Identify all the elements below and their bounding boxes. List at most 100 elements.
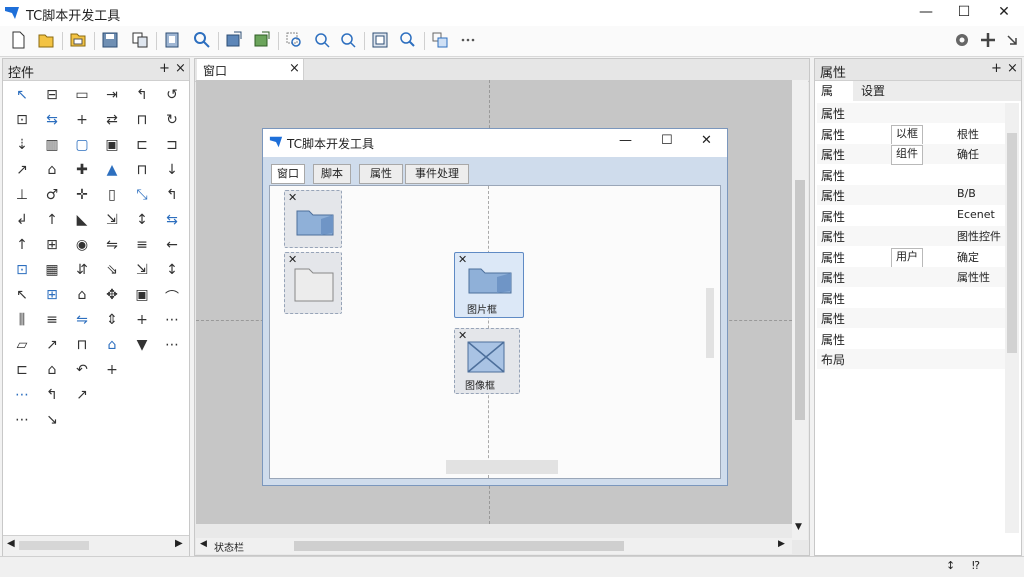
minimize-button[interactable]: — — [908, 0, 944, 26]
toolbox-tool-icon[interactable]: ⇵ — [71, 262, 93, 282]
property-row[interactable]: 属性 属性性 — [817, 267, 1011, 287]
remove-component-icon[interactable]: ✕ — [458, 329, 467, 342]
toolbox-tool-icon[interactable]: ⊏ — [11, 362, 33, 382]
toolbox-tool-icon[interactable]: ⇕ — [101, 312, 123, 332]
toolbox-tool-icon[interactable]: ▯ — [101, 187, 123, 207]
canvas-vscrollbar[interactable]: ▼ — [792, 80, 808, 540]
hscroll-thumb[interactable] — [294, 541, 624, 551]
toolbox-tool-icon[interactable]: ⇘ — [101, 262, 123, 282]
toolbox-tool-icon[interactable]: ⊞ — [41, 287, 63, 307]
toolbox-tool-icon[interactable]: ↘ — [41, 412, 63, 432]
toolbox-tool-icon[interactable]: ⊏ — [131, 137, 153, 157]
toolbox-tool-icon[interactable]: ↺ — [161, 87, 183, 107]
property-row[interactable]: 属性 以框 根性 — [817, 123, 1011, 145]
property-row[interactable]: 属性 B/B — [817, 185, 1011, 205]
toolbox-tool-icon[interactable]: ⇄ — [101, 112, 123, 132]
toolbox-tool-icon[interactable]: ↰ — [161, 187, 183, 207]
vscroll-thumb[interactable] — [795, 180, 805, 420]
scroll-left-icon[interactable]: ◀ — [7, 538, 15, 549]
property-row[interactable]: 属性 — [817, 287, 1011, 308]
dialog-maximize-button[interactable]: ☐ — [661, 133, 673, 148]
component-image-box[interactable]: ✕ 图像框 — [454, 328, 520, 394]
component-picture-frame[interactable]: ✕ 图片框 — [454, 252, 524, 318]
toolbox-tool-icon[interactable]: ✛ — [71, 187, 93, 207]
toolbox-tool-icon[interactable]: ↑ — [41, 212, 63, 232]
scroll-left-icon[interactable]: ◀ — [200, 539, 207, 549]
toolbox-tool-icon[interactable]: ⤡ — [131, 187, 153, 207]
toolbox-tool-icon[interactable]: ⊓ — [131, 112, 153, 132]
property-row[interactable]: 属性 — [817, 164, 1011, 185]
remove-component-icon[interactable]: ✕ — [458, 253, 467, 266]
close-panel-button[interactable]: × — [175, 61, 186, 76]
close-panel-button[interactable]: × — [1007, 61, 1018, 76]
toolbox-tool-icon[interactable]: ▼ — [131, 337, 153, 357]
find-icon[interactable] — [192, 30, 212, 50]
tab-properties[interactable]: 属 — [817, 81, 853, 101]
toolbox-tool-icon[interactable]: ↶ — [71, 362, 93, 382]
toolbox-tool-icon[interactable]: ← — [161, 237, 183, 257]
property-row[interactable]: 布局 — [817, 349, 1011, 369]
designed-dialog[interactable]: TC脚本开发工具 — ☐ ✕ 窗口 脚本 属性 事件处理 ✕ ✕ ✕ 图片框 ✕… — [262, 128, 728, 486]
toolbox-tool-icon[interactable]: ◉ — [71, 237, 93, 257]
toolbox-tool-icon[interactable]: ▭ — [71, 87, 93, 107]
canvas-hscrollbar[interactable]: ◀ 状态栏 ▶ — [196, 538, 792, 554]
toolbox-tool-icon[interactable]: ↰ — [41, 387, 63, 407]
toolbox-tool-icon[interactable]: ↕ — [131, 212, 153, 232]
toolbox-tool-icon[interactable]: ⌂ — [101, 337, 123, 357]
toolbox-tool-icon[interactable]: ↻ — [161, 112, 183, 132]
toolbox-tool-icon[interactable]: ↖ — [11, 87, 33, 107]
collapse-icon[interactable] — [1002, 30, 1022, 50]
dialog-close-button[interactable]: ✕ — [701, 133, 712, 148]
property-row[interactable]: 属性 Ecenet — [817, 205, 1011, 226]
toolbox-tool-icon[interactable]: ⋯ — [11, 412, 33, 432]
toolbox-tool-icon[interactable]: ↗ — [11, 162, 33, 182]
toolbox-tool-icon[interactable]: ↲ — [11, 212, 33, 232]
scroll-thumb[interactable] — [19, 541, 89, 550]
close-button[interactable]: ✕ — [986, 0, 1022, 26]
dialog-client-area[interactable]: ✕ ✕ ✕ 图片框 ✕ 图像框 — [269, 185, 721, 479]
toolbox-tool-icon[interactable]: ⊥ — [11, 187, 33, 207]
dialog-tab-events[interactable]: 事件处理 — [405, 164, 469, 184]
toolbox-tool-icon[interactable]: ⇲ — [131, 262, 153, 282]
maximize-button[interactable]: ☐ — [946, 0, 982, 26]
add-icon[interactable] — [978, 30, 998, 50]
component-folder-1[interactable]: ✕ — [284, 190, 342, 248]
remove-component-icon[interactable]: ✕ — [288, 191, 297, 204]
status-help-icon[interactable]: ⁉ — [972, 559, 980, 572]
toolbox-tool-icon[interactable]: ◣ — [71, 212, 93, 232]
toolbox-tool-icon[interactable]: ↑ — [11, 237, 33, 257]
pin-button[interactable]: + — [159, 61, 170, 76]
grid-zoom-icon[interactable] — [284, 30, 304, 50]
toolbox-tool-icon[interactable]: ▲ — [101, 162, 123, 182]
toolbox-tool-icon[interactable]: ⋯ — [161, 312, 183, 332]
toolbox-tool-icon[interactable]: ⫼ — [11, 312, 33, 332]
toolbox-tool-icon[interactable]: ▥ — [41, 137, 63, 157]
pin-button[interactable]: + — [991, 61, 1002, 76]
property-row[interactable]: 属性 用户 确定 — [817, 246, 1011, 268]
dialog-minimize-button[interactable]: — — [619, 133, 632, 148]
toolbox-tool-icon[interactable]: ≡ — [131, 237, 153, 257]
toolbox-tool-icon[interactable]: ▣ — [101, 137, 123, 157]
toolbox-tool-icon[interactable]: ▢ — [71, 137, 93, 157]
properties-scrollbar[interactable] — [1005, 103, 1019, 533]
toolbox-tool-icon[interactable]: + — [131, 312, 153, 332]
zoom-in-icon[interactable] — [312, 30, 332, 50]
toolbox-tool-icon[interactable]: ⌂ — [41, 362, 63, 382]
dialog-tab-window[interactable]: 窗口 — [271, 164, 305, 184]
copy-icon[interactable] — [130, 30, 150, 50]
tab-close-button[interactable]: × — [289, 61, 300, 76]
zoom-out-icon[interactable] — [338, 30, 358, 50]
property-row[interactable]: 属性 图性控件 — [817, 226, 1011, 246]
toolbox-tool-icon[interactable]: ⌂ — [41, 162, 63, 182]
property-row[interactable]: 属性 — [817, 308, 1011, 328]
inspect-icon[interactable] — [398, 30, 418, 50]
toolbox-scrollbar[interactable]: ◀ ▶ — [3, 535, 189, 556]
toolbox-tool-icon[interactable]: ↕ — [161, 262, 183, 282]
layout-icon[interactable] — [370, 30, 390, 50]
toolbox-tool-icon[interactable]: ⇆ — [161, 212, 183, 232]
tab-settings[interactable]: 设置 — [857, 81, 905, 101]
toolbox-tool-icon[interactable]: ⇆ — [41, 112, 63, 132]
toolbox-tool-icon[interactable]: ↓ — [161, 162, 183, 182]
toolbox-tool-icon[interactable]: ↰ — [131, 87, 153, 107]
property-value[interactable]: 用户 — [891, 247, 923, 268]
